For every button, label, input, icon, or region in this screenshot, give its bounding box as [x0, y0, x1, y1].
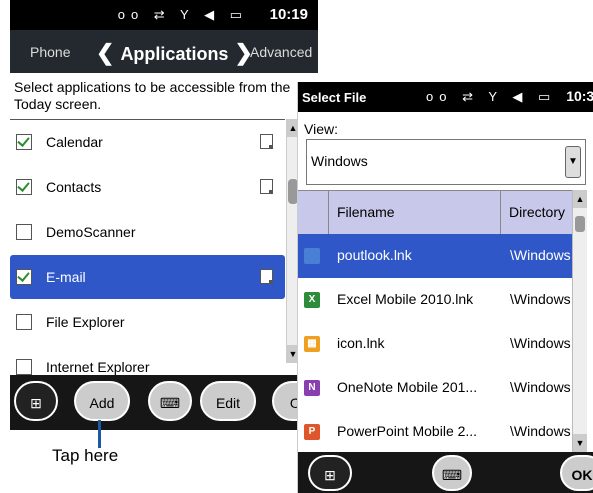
edit-button[interactable]: Edit	[200, 381, 256, 421]
filename-cell: poutlook.lnk	[337, 247, 412, 263]
screen-title: Select File	[302, 90, 367, 105]
note-icon[interactable]	[260, 269, 273, 284]
table-header: Filename Directory	[298, 190, 572, 235]
list-item-label: DemoScanner	[46, 224, 136, 240]
checkbox[interactable]	[16, 134, 32, 150]
nav-prev-phone[interactable]: Phone	[30, 44, 70, 60]
checkbox[interactable]	[16, 269, 32, 285]
list-item-label: Contacts	[46, 179, 102, 195]
instructions-text: Select applications to be accessible fro…	[14, 79, 291, 112]
view-selected-value: Windows	[311, 153, 368, 169]
select-file-screen: Select File oo ⇄ Y ◀ ▭ 10:38 View: Windo…	[297, 82, 593, 493]
table-row[interactable]: N OneNote Mobile 201... \Windows	[298, 366, 572, 410]
table-row[interactable]: X Excel Mobile 2010.lnk \Windows	[298, 278, 572, 322]
file-icon: P	[304, 424, 320, 440]
list-item[interactable]: Calendar	[10, 120, 285, 164]
filename-cell: OneNote Mobile 201...	[337, 379, 478, 395]
nav-bar: Phone ❮ Applications ❯ Advanced	[10, 30, 318, 73]
bottom-toolbar: ⊞ Add ⌨ Edit OK	[10, 375, 318, 430]
status-icons: oo ⇄ Y ◀ ▭	[426, 89, 557, 104]
filename-column-header[interactable]: Filename	[329, 191, 501, 234]
table-row[interactable]: P PowerPoint Mobile 2... \Windows	[298, 410, 572, 452]
keyboard-button[interactable]: ⌨	[432, 455, 472, 491]
list-item-label: Internet Explorer	[46, 359, 150, 375]
status-bar: Select File oo ⇄ Y ◀ ▭ 10:38	[298, 82, 593, 112]
directory-cell: \Windows	[510, 423, 571, 439]
checkbox[interactable]	[16, 359, 32, 375]
scroll-thumb[interactable]	[575, 216, 585, 232]
note-icon[interactable]	[260, 179, 273, 194]
callout-pointer	[98, 420, 101, 448]
list-item-label: E-mail	[46, 269, 86, 285]
directory-cell: \Windows	[510, 335, 571, 351]
list-item[interactable]: DemoScanner	[10, 210, 285, 254]
table-row[interactable]: poutlook.lnk \Windows	[298, 234, 572, 278]
directory-cell: \Windows	[510, 291, 571, 307]
bottom-toolbar: ⊞ ⌨ OK	[298, 452, 593, 493]
directory-cell: \Windows	[510, 247, 571, 263]
checkbox[interactable]	[16, 224, 32, 240]
filename-cell: PowerPoint Mobile 2...	[337, 423, 478, 439]
file-icon	[304, 248, 320, 264]
directory-column-header[interactable]: Directory	[501, 191, 572, 234]
add-button[interactable]: Add	[74, 381, 130, 421]
list-item-label: Calendar	[46, 134, 103, 150]
table-row[interactable]: ▦ icon.lnk \Windows	[298, 322, 572, 366]
scrollbar[interactable]: ▲ ▼	[572, 190, 587, 452]
status-icons: oo ⇄ Y ◀ ▭	[117, 7, 248, 22]
file-icon: ▦	[304, 336, 320, 352]
list-item[interactable]: Internet Explorer	[10, 345, 285, 376]
ok-button[interactable]: OK	[560, 455, 593, 491]
filename-header-label: Filename	[337, 204, 395, 220]
checkbox[interactable]	[16, 314, 32, 330]
applications-screen: oo ⇄ Y ◀ ▭ 10:19 Phone ❮ Applications ❯ Ad…	[10, 0, 318, 430]
icon-column-header	[298, 191, 329, 234]
start-button[interactable]: ⊞	[14, 381, 58, 421]
list-item[interactable]: Contacts	[10, 165, 285, 209]
list-item-label: File Explorer	[46, 314, 125, 330]
nav-next-advanced[interactable]: Advanced	[250, 44, 312, 60]
callout-text: Tap here	[52, 446, 119, 465]
dropdown-arrow-icon[interactable]: ▼	[565, 146, 581, 178]
list-item[interactable]: E-mail	[10, 255, 285, 299]
status-time: 10:38	[566, 88, 593, 104]
view-dropdown[interactable]: Windows ▼	[306, 139, 586, 185]
view-label: View:	[304, 121, 338, 137]
file-list: poutlook.lnk \Windows X Excel Mobile 2010.l…	[298, 234, 572, 452]
checkbox[interactable]	[16, 179, 32, 195]
file-icon: X	[304, 292, 320, 308]
status-time: 10:19	[269, 6, 308, 23]
directory-cell: \Windows	[510, 379, 571, 395]
status-bar: oo ⇄ Y ◀ ▭ 10:19	[10, 0, 318, 30]
scroll-up-arrow-icon[interactable]: ▲	[573, 190, 587, 208]
nav-current-applications: ❮ Applications ❯	[90, 40, 259, 66]
scroll-down-arrow-icon[interactable]: ▼	[573, 434, 587, 452]
chevron-left-icon[interactable]: ❮	[96, 40, 114, 65]
filename-cell: icon.lnk	[337, 335, 385, 351]
keyboard-button[interactable]: ⌨	[148, 381, 192, 421]
list-item[interactable]: File Explorer	[10, 300, 285, 344]
filename-cell: Excel Mobile 2010.lnk	[337, 291, 474, 307]
application-list: Calendar Contacts DemoScanner E-mail File Ex…	[10, 119, 285, 376]
start-button[interactable]: ⊞	[308, 455, 352, 491]
note-icon[interactable]	[260, 134, 273, 149]
directory-header-label: Directory	[509, 204, 566, 220]
file-icon: N	[304, 380, 320, 396]
nav-title: Applications	[120, 44, 229, 64]
